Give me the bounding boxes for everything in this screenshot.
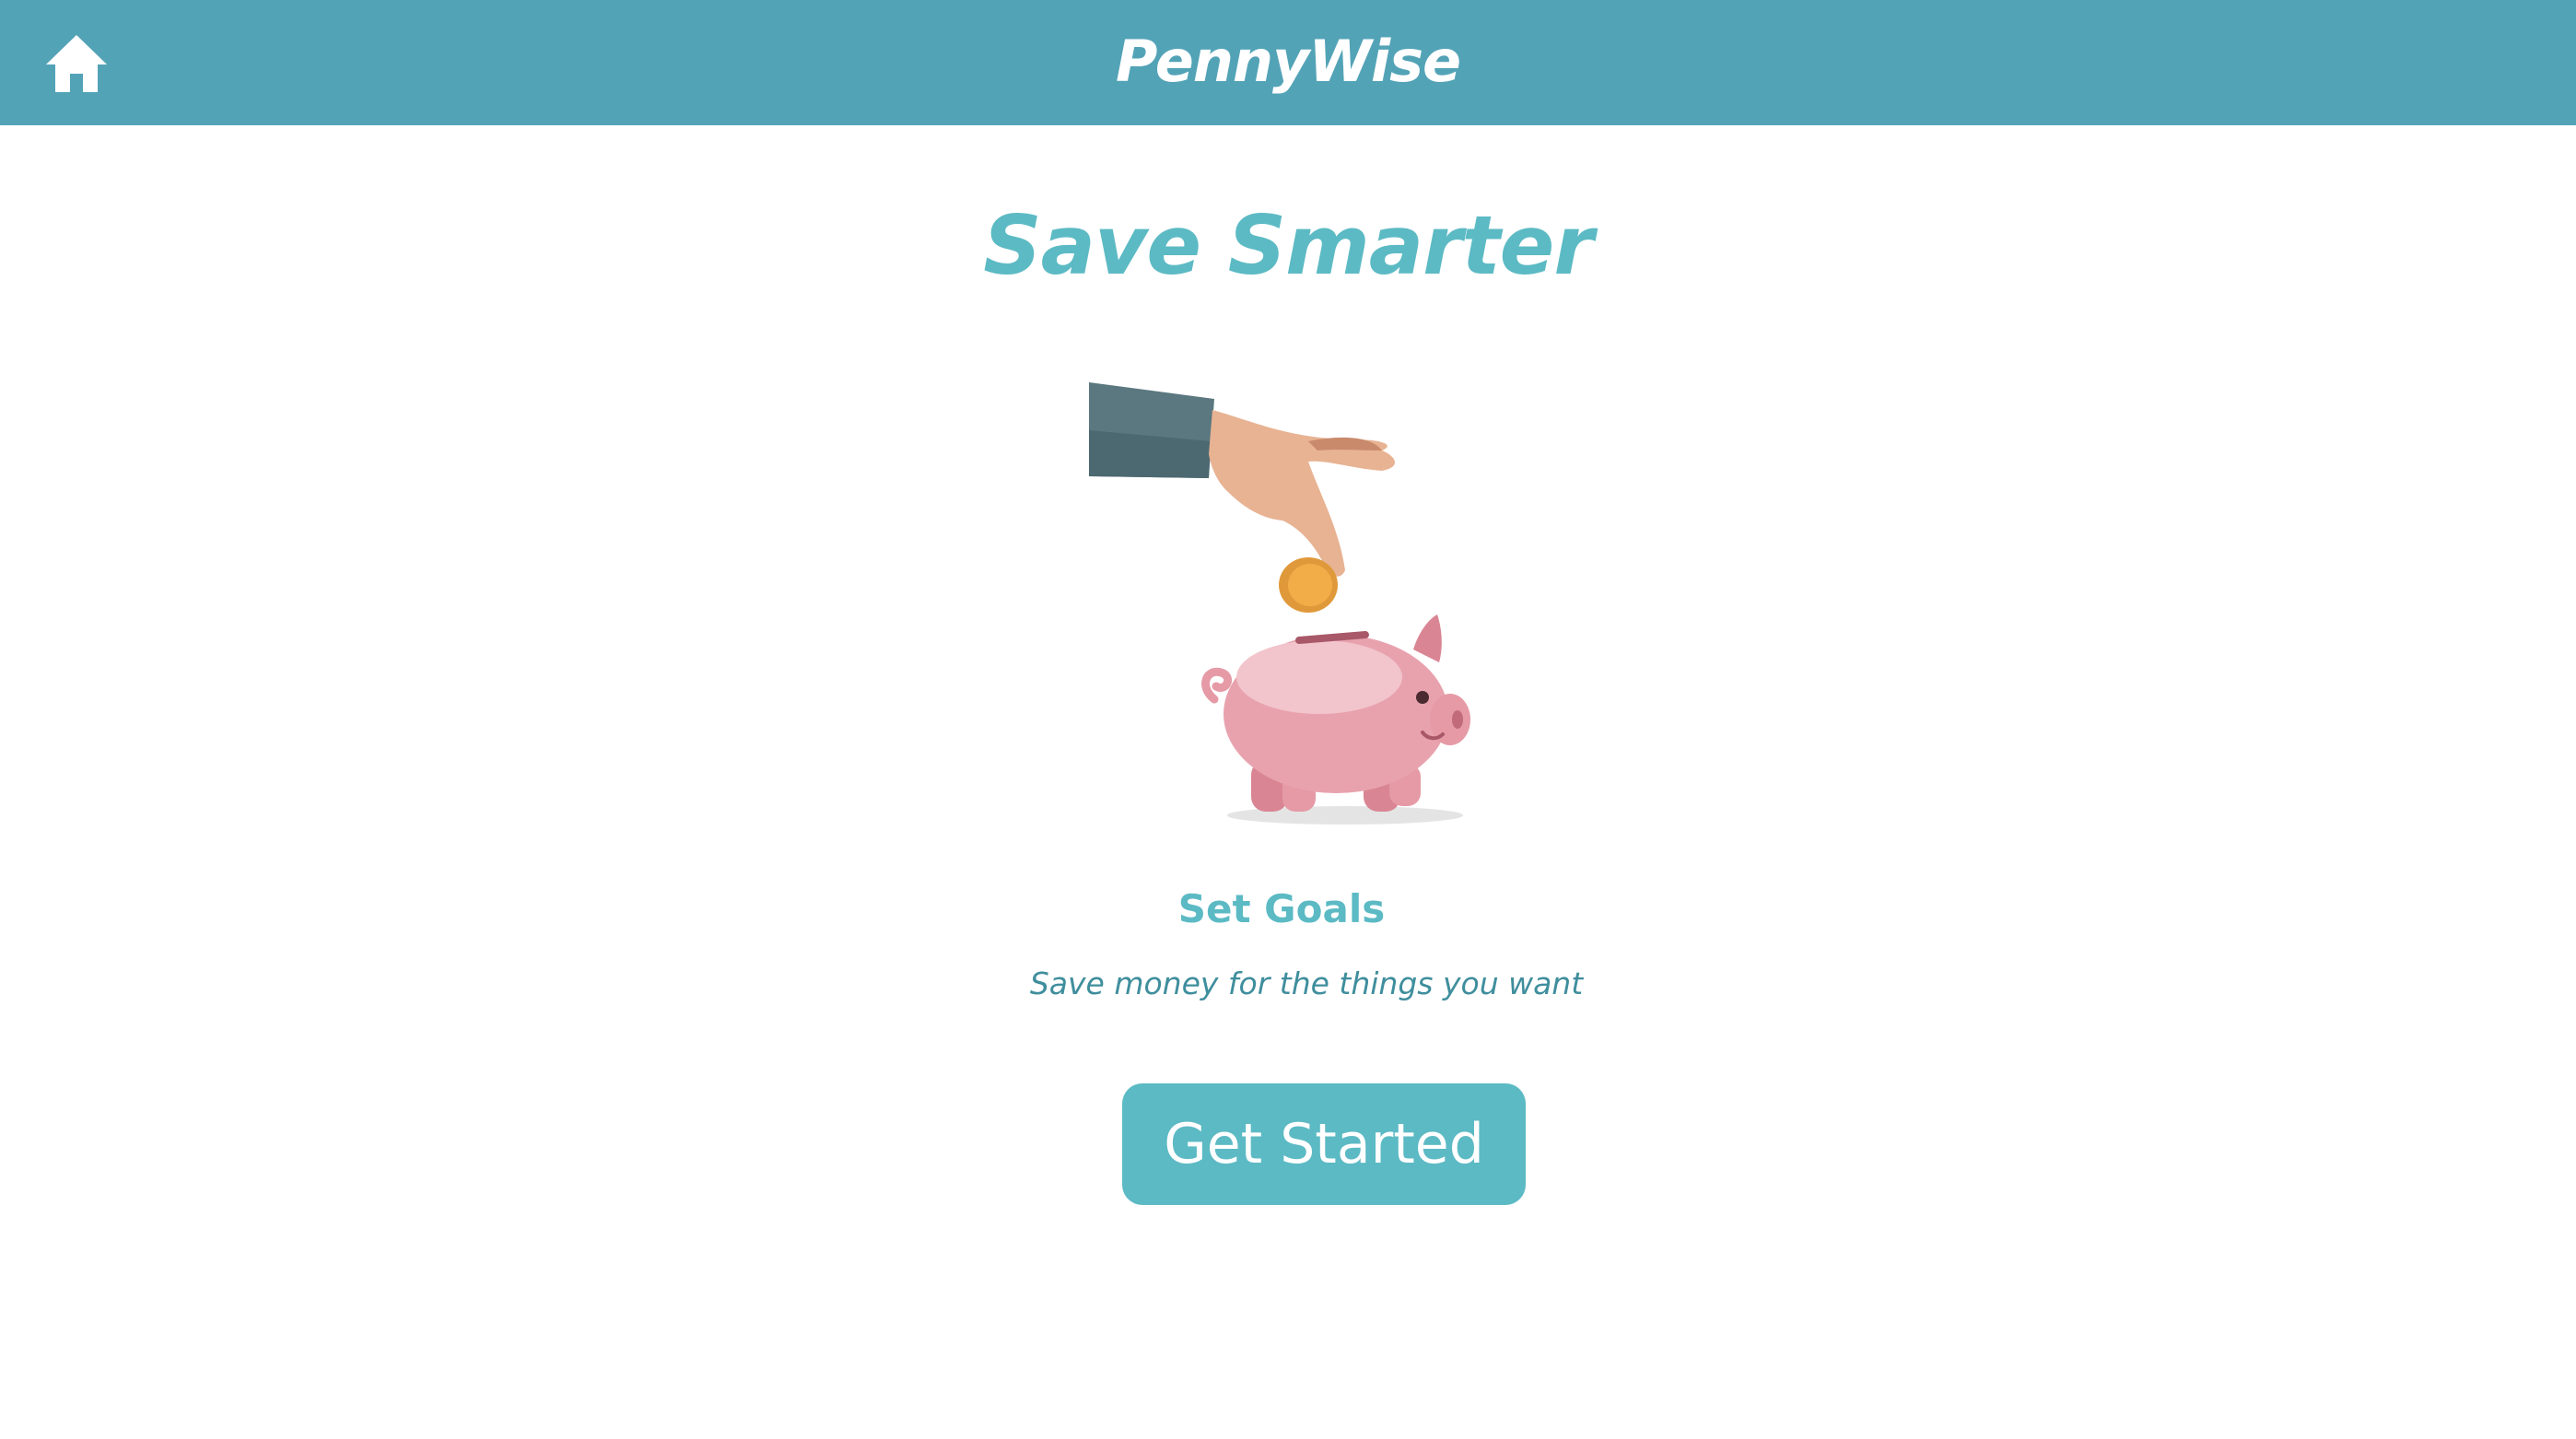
- feature-title: Set Goals: [1177, 886, 1386, 931]
- hand-shape: [1209, 410, 1395, 577]
- feature-description: Save money for the things you want: [1029, 965, 1584, 1001]
- top-bar: PennyWise: [0, 0, 2576, 125]
- piggy-bank-illustration: [1078, 373, 1502, 834]
- get-started-button[interactable]: Get Started: [1122, 1083, 1526, 1205]
- app-title: PennyWise: [1115, 28, 1461, 95]
- page-headline: Save Smarter: [983, 198, 1593, 293]
